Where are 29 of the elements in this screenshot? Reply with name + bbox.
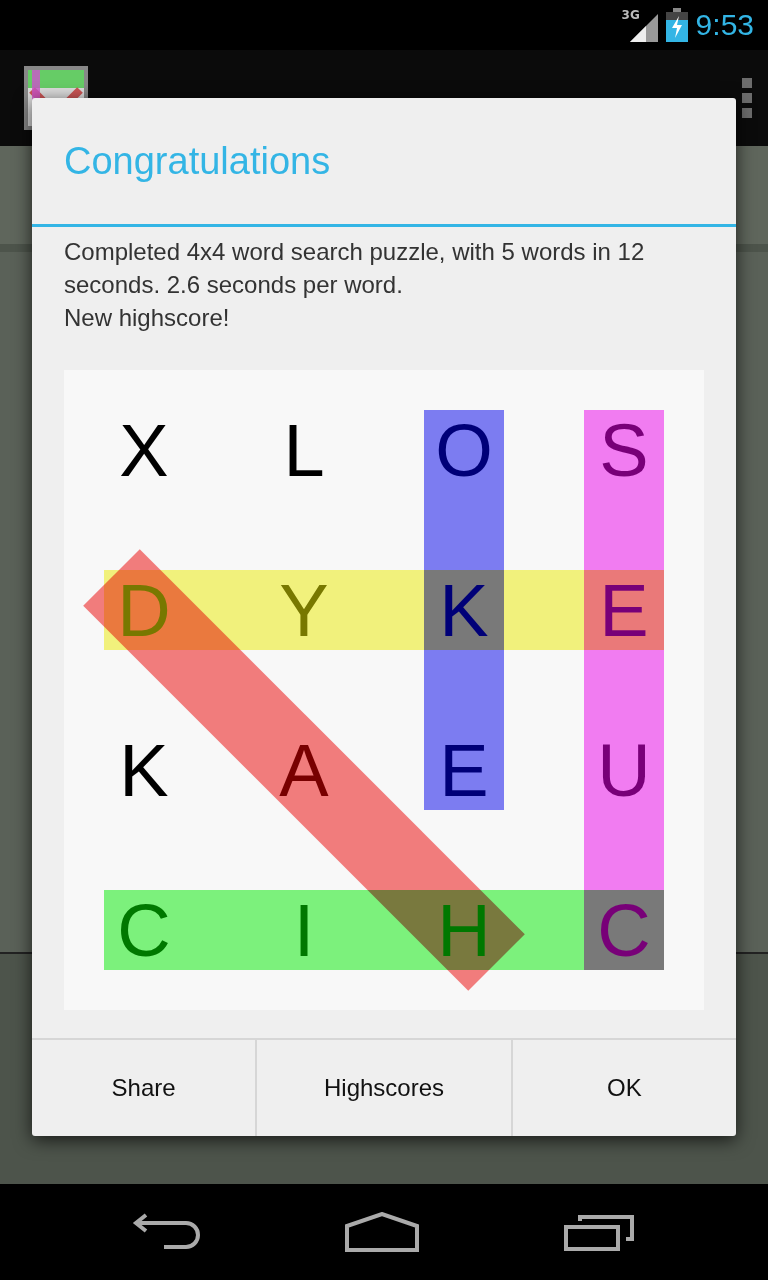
grid-letter: S (599, 409, 649, 492)
overflow-menu-icon[interactable] (742, 78, 752, 118)
dialog-button[interactable]: Share (32, 1040, 256, 1136)
grid-letter: D (117, 569, 171, 652)
grid-letter: K (119, 729, 169, 812)
result-message: Completed 4x4 word search puzzle, with 5 words in 12 seconds. 2.6 seconds per word. (64, 237, 646, 300)
network-type: 3G (621, 8, 640, 22)
home-icon[interactable] (345, 1212, 419, 1252)
grid-letter: U (597, 729, 651, 812)
grid-letter: X (119, 409, 169, 492)
grid-letter: A (279, 729, 329, 812)
grid-letter: C (597, 889, 651, 972)
grid-letter: Y (279, 569, 329, 652)
recent-apps-icon[interactable] (563, 1213, 636, 1251)
grid-letter: I (293, 889, 315, 972)
dialog-title: Congratulations (64, 139, 331, 183)
dialog-button[interactable]: OK (510, 1040, 736, 1136)
clock-time: 9:53 (695, 8, 754, 42)
grid-letter: O (435, 409, 493, 492)
back-icon[interactable] (132, 1213, 201, 1251)
dialog-button[interactable]: Highscores (255, 1040, 511, 1136)
grid-letter: H (437, 889, 491, 972)
grid-letter: C (117, 889, 171, 972)
grid-letter: L (283, 409, 325, 492)
grid-letter: E (439, 729, 489, 812)
highscore-message: New highscore! (64, 303, 231, 333)
grid-letter: K (439, 569, 489, 652)
battery-icon (665, 8, 688, 42)
grid-letter: E (599, 569, 649, 652)
